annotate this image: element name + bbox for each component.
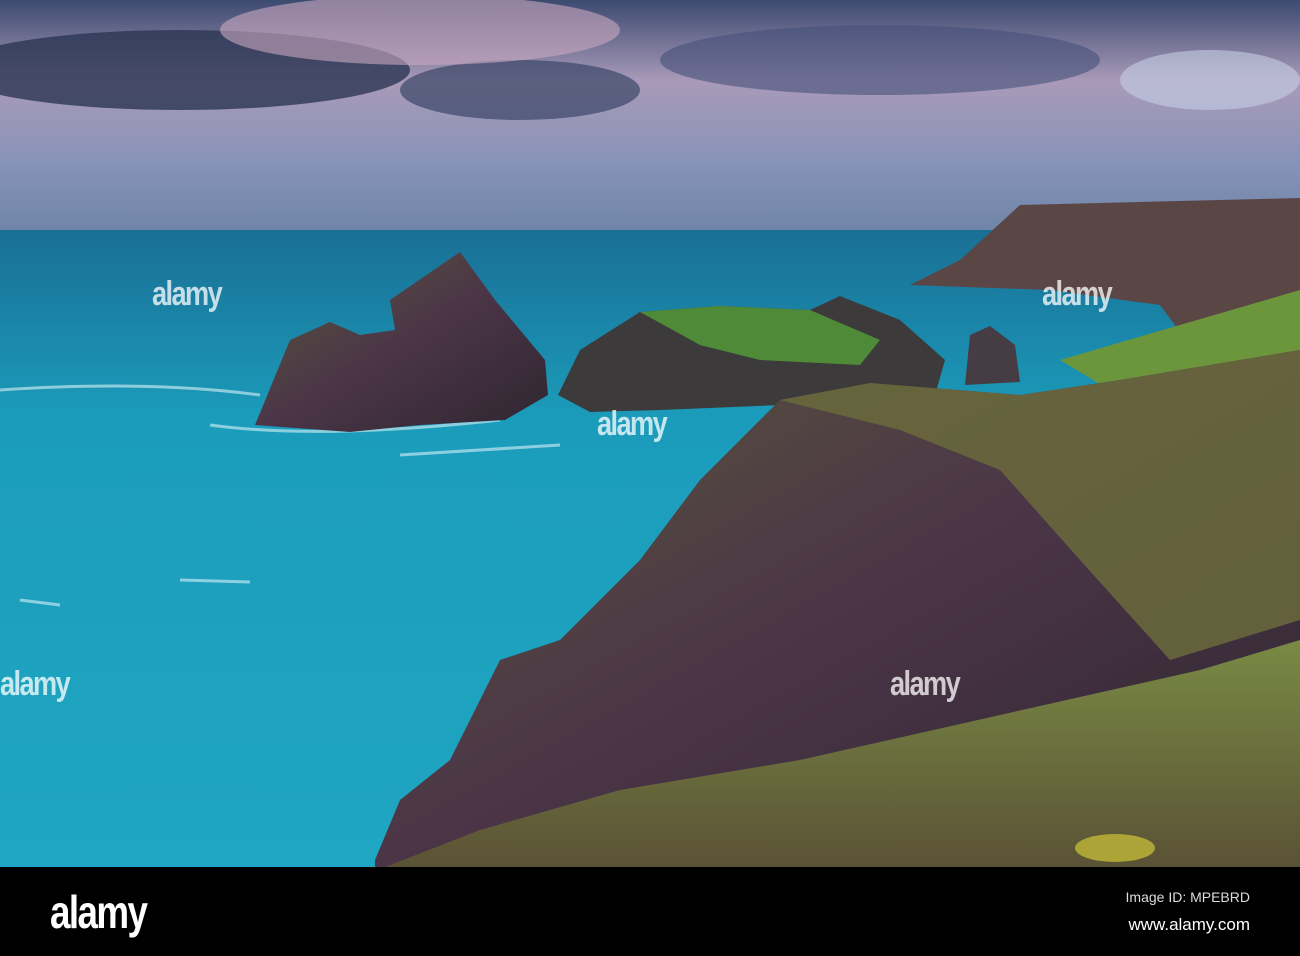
alamy-logo: alamy (50, 886, 148, 938)
watermark: alamy (597, 405, 668, 443)
image-id: Image ID: MPEBRD (1125, 889, 1250, 905)
watermark: alamy (890, 665, 961, 703)
website-link: www.alamy.com (1128, 915, 1250, 934)
watermark: alamy (0, 665, 71, 703)
footer-bar: alamy Image ID: MPEBRD www.alamy.com (0, 867, 1300, 956)
watermark: alamy (152, 275, 223, 313)
stock-photo-frame: alamy alamy alamy alamy alamy alamy Imag… (0, 0, 1300, 956)
watermark: alamy (1042, 275, 1113, 313)
